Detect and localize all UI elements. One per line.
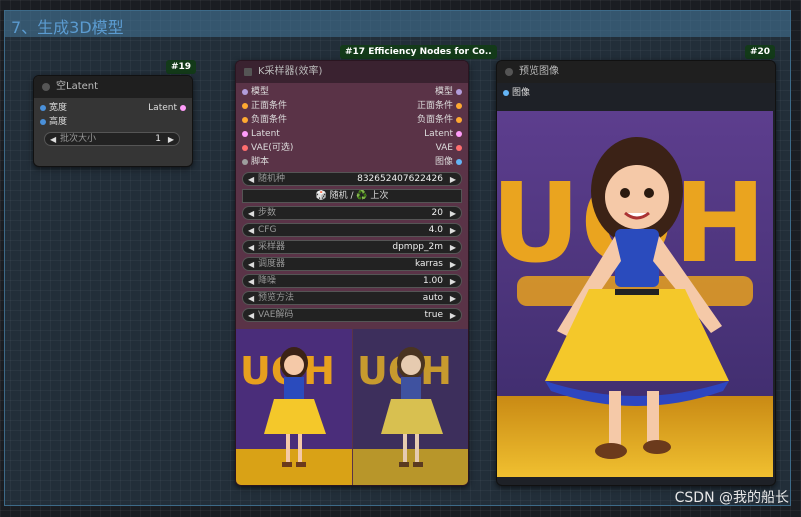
group-title: 7、生成3D模型 <box>11 18 124 37</box>
input-width[interactable]: 宽度 <box>40 101 67 115</box>
node-ksampler-efficiency[interactable]: K采样器(效率) 模型 模型 正面条件 正面条件 负面条件 负面条件 Latent Laten… <box>235 60 469 486</box>
input-slot[interactable]: VAE(可选) <box>242 141 293 155</box>
output-slot[interactable]: 图像 <box>435 155 462 169</box>
widget-0[interactable]: ◀ 步数 20 ▶ <box>242 206 462 220</box>
node-preview-image[interactable]: 预览图像 图像 UOH <box>496 60 776 486</box>
output-slot[interactable]: VAE <box>436 141 462 155</box>
node-title[interactable]: K采样器(效率) <box>236 61 468 83</box>
increment-arrow-icon[interactable]: ▶ <box>450 241 456 254</box>
cartoon-girl-image: UOH <box>353 329 468 485</box>
decrement-arrow-icon[interactable]: ◀ <box>248 275 254 288</box>
increment-arrow-icon[interactable]: ▶ <box>450 292 456 305</box>
seed-random-last-button[interactable]: 🎲 随机 / ♻️ 上次 <box>242 189 462 203</box>
group-header[interactable]: 7、生成3D模型 <box>5 11 790 37</box>
widget-batch-size[interactable]: ◀ 批次大小 1 ▶ <box>44 132 180 146</box>
output-slot[interactable]: 负面条件 <box>417 113 462 127</box>
input-image[interactable]: 图像 <box>503 86 530 100</box>
input-slot[interactable]: 负面条件 <box>242 113 287 127</box>
output-slot[interactable]: Latent <box>424 127 462 141</box>
output-slot[interactable]: 正面条件 <box>417 99 462 113</box>
decrement-arrow-icon[interactable]: ◀ <box>248 173 254 186</box>
cartoon-girl-image: UOH <box>497 111 773 477</box>
node-empty-latent[interactable]: 空Latent 宽度 Latent 高度 ◀ 批次大小 1 ▶ <box>33 75 193 167</box>
collapse-dot-icon[interactable] <box>42 83 50 91</box>
watermark: CSDN @我的船长 <box>674 490 789 506</box>
preview-thumbnail-1[interactable]: UOH <box>236 329 352 485</box>
increment-arrow-icon[interactable]: ▶ <box>450 173 456 186</box>
decrement-arrow-icon[interactable]: ◀ <box>248 292 254 305</box>
decrement-arrow-icon[interactable]: ◀ <box>50 133 56 146</box>
input-slot[interactable]: 模型 <box>242 85 269 99</box>
increment-arrow-icon[interactable]: ▶ <box>450 309 456 322</box>
widget-seed[interactable]: ◀ 随机种 832652407622426 ▶ <box>242 172 462 186</box>
collapse-dot-icon[interactable] <box>244 68 252 76</box>
increment-arrow-icon[interactable]: ▶ <box>168 133 174 146</box>
widget-6[interactable]: ◀ VAE解码 true ▶ <box>242 308 462 322</box>
node-title[interactable]: 预览图像 <box>497 61 775 83</box>
decrement-arrow-icon[interactable]: ◀ <box>248 207 254 220</box>
increment-arrow-icon[interactable]: ▶ <box>450 224 456 237</box>
preview-thumbnail-2[interactable]: UOH <box>353 329 468 485</box>
decrement-arrow-icon[interactable]: ◀ <box>248 224 254 237</box>
widget-4[interactable]: ◀ 降噪 1.00 ▶ <box>242 274 462 288</box>
node-id-badge-latent: #19 <box>166 60 197 74</box>
widget-3[interactable]: ◀ 调度器 karras ▶ <box>242 257 462 271</box>
node-id-badge-preview: #20 <box>745 45 776 59</box>
widget-1[interactable]: ◀ CFG 4.0 ▶ <box>242 223 462 237</box>
node-id-badge-ksampler: #17 Efficiency Nodes for Co.. <box>340 45 497 59</box>
node-title[interactable]: 空Latent <box>34 76 192 98</box>
decrement-arrow-icon[interactable]: ◀ <box>248 241 254 254</box>
output-latent[interactable]: Latent <box>148 101 186 115</box>
input-slot[interactable]: 正面条件 <box>242 99 287 113</box>
input-height[interactable]: 高度 <box>40 115 67 129</box>
increment-arrow-icon[interactable]: ▶ <box>450 258 456 271</box>
preview-output-image[interactable]: UOH <box>497 111 773 477</box>
output-slot[interactable]: 模型 <box>435 85 462 99</box>
collapse-dot-icon[interactable] <box>505 68 513 76</box>
increment-arrow-icon[interactable]: ▶ <box>450 275 456 288</box>
widget-2[interactable]: ◀ 采样器 dpmpp_2m ▶ <box>242 240 462 254</box>
increment-arrow-icon[interactable]: ▶ <box>450 207 456 220</box>
decrement-arrow-icon[interactable]: ◀ <box>248 309 254 322</box>
input-slot[interactable]: 脚本 <box>242 155 269 169</box>
cartoon-girl-image: UOH <box>236 329 352 485</box>
input-slot[interactable]: Latent <box>242 127 280 141</box>
decrement-arrow-icon[interactable]: ◀ <box>248 258 254 271</box>
widget-5[interactable]: ◀ 预览方法 auto ▶ <box>242 291 462 305</box>
